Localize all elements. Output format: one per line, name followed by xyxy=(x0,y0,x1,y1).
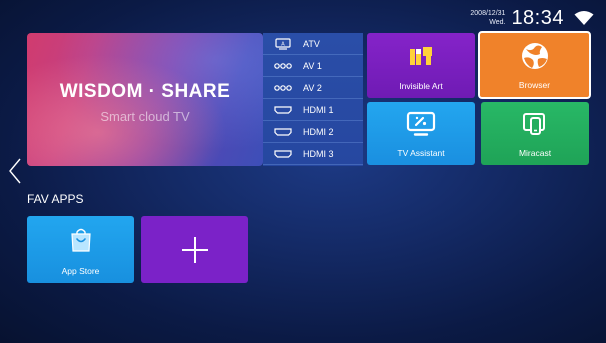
tv-assistant-tile[interactable]: TV Assistant xyxy=(367,102,475,165)
date-display: 2008/12/31 Wed. xyxy=(470,10,505,26)
chevron-left-icon[interactable] xyxy=(8,158,22,184)
shopping-bag-icon xyxy=(70,228,91,252)
hdmi-icon xyxy=(263,105,303,114)
plus-icon xyxy=(181,236,208,263)
promo-banner[interactable]: WISDOM · SHARE Smart cloud TV xyxy=(27,33,263,166)
tv-assistant-icon xyxy=(406,111,436,136)
status-bar: 2008/12/31 Wed. 18:34 xyxy=(470,6,594,30)
banner-title: WISDOM · SHARE xyxy=(59,81,231,102)
tile-label: Miracast xyxy=(518,148,552,158)
source-item-hdmi2[interactable]: HDMI 2 xyxy=(263,121,363,143)
date-text: 2008/12/31 xyxy=(470,10,506,17)
source-item-hdmi1[interactable]: HDMI 1 xyxy=(263,99,363,121)
hdmi-icon xyxy=(263,127,303,136)
globe-icon xyxy=(521,43,548,69)
input-source-list[interactable]: A ATV AV 1 AV 2 HDMI 1 HDMI 2 HDMI 3 xyxy=(263,33,363,166)
invisible-art-tile[interactable]: Invisible Art xyxy=(367,33,475,98)
source-label: HDMI 2 xyxy=(303,126,334,137)
invisible-art-icon xyxy=(410,47,432,65)
source-label: AV 1 xyxy=(303,60,322,71)
av-connector-icon xyxy=(263,62,303,70)
source-label: HDMI 3 xyxy=(303,148,334,159)
tile-label: Invisible Art xyxy=(399,81,443,91)
antenna-tv-icon: A xyxy=(263,37,303,50)
hdmi-icon xyxy=(263,149,303,158)
day-text: Wed. xyxy=(489,19,506,26)
svg-text:A: A xyxy=(281,41,285,47)
tile-label: App Store xyxy=(61,266,100,276)
browser-tile[interactable]: Browser xyxy=(478,31,591,99)
screen-mirror-icon xyxy=(523,113,545,135)
av-connector-icon xyxy=(263,84,303,92)
miracast-tile[interactable]: Miracast xyxy=(481,102,589,165)
tile-label: Browser xyxy=(518,80,551,90)
app-store-tile[interactable]: App Store xyxy=(27,216,134,283)
clock-time: 18:34 xyxy=(511,6,564,29)
fav-apps-heading: FAV APPS xyxy=(27,192,84,206)
source-item-av1[interactable]: AV 1 xyxy=(263,55,363,77)
source-label: HDMI 1 xyxy=(303,104,334,115)
wifi-icon xyxy=(574,11,594,25)
source-item-atv[interactable]: A ATV xyxy=(263,33,363,55)
add-app-button[interactable] xyxy=(141,216,248,283)
source-item-hdmi3[interactable]: HDMI 3 xyxy=(263,143,363,165)
tile-label: TV Assistant xyxy=(397,148,445,158)
banner-subtitle: Smart cloud TV xyxy=(100,109,190,124)
source-label: ATV xyxy=(303,38,320,49)
source-label: AV 2 xyxy=(303,82,322,93)
source-item-av2[interactable]: AV 2 xyxy=(263,77,363,99)
